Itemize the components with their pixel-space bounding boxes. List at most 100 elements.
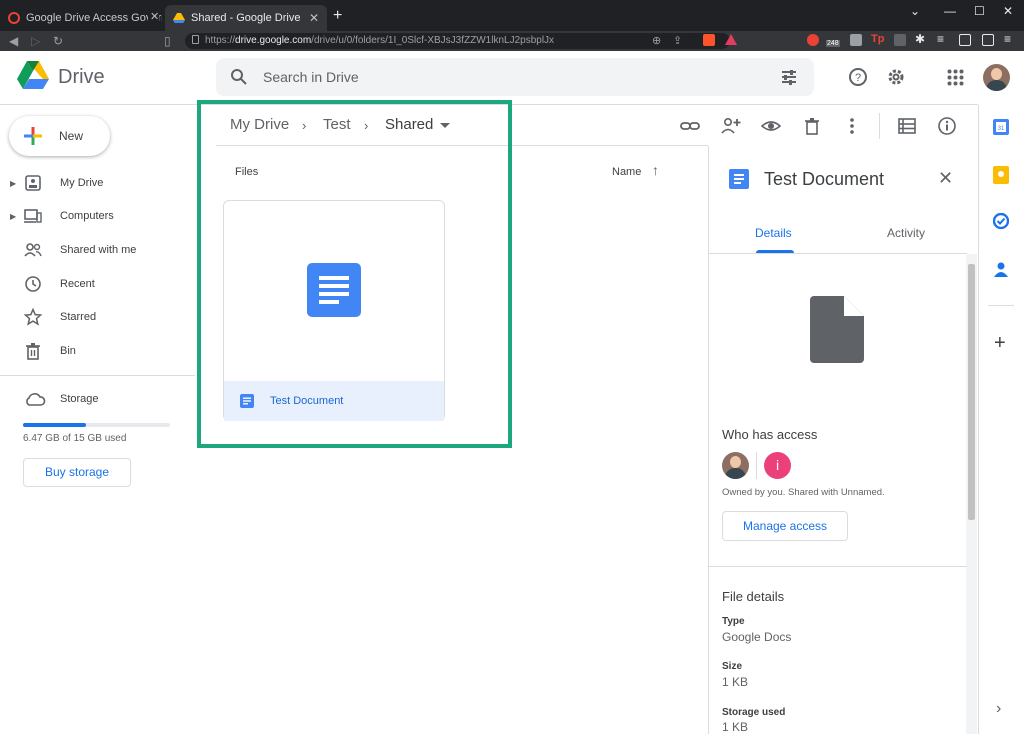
sort-arrow-up-icon[interactable]: ↑	[652, 162, 659, 178]
sidebar-item-label: Shared with me	[60, 244, 137, 256]
sidebar-item-recent[interactable]: Recent	[0, 268, 195, 300]
drive-logo-text[interactable]: Drive	[58, 66, 105, 89]
extension-icon[interactable]	[894, 34, 906, 46]
sort-by-name[interactable]: Name	[612, 166, 641, 178]
camera-icon[interactable]	[850, 34, 862, 46]
field-value: 1 KB	[722, 720, 749, 734]
svg-text:?: ?	[855, 72, 861, 84]
tab-title: Shared - Google Drive	[191, 12, 301, 24]
extension-icon[interactable]	[807, 34, 819, 46]
svg-text:31: 31	[998, 126, 1005, 132]
close-window-icon[interactable]: ✕	[1003, 4, 1013, 18]
storage-bar-fill	[23, 423, 87, 427]
sidebar-item-storage[interactable]: Storage	[0, 383, 195, 415]
link-icon[interactable]	[680, 116, 700, 136]
sidebar-item-label: Recent	[60, 278, 95, 290]
chevron-down-icon[interactable]: ⌄	[910, 4, 920, 18]
field-value: Google Docs	[722, 630, 792, 644]
playlist-icon[interactable]: ≡	[937, 32, 944, 46]
sidebar-item-shared-with-me[interactable]: Shared with me	[0, 234, 195, 266]
keep-icon[interactable]	[993, 166, 1009, 184]
expand-arrow-icon[interactable]: ▶	[10, 212, 16, 221]
list-view-icon[interactable]	[897, 116, 917, 136]
close-tab-icon[interactable]: ✕	[148, 10, 160, 23]
sidebar-item-my-drive[interactable]: ▶ My Drive	[0, 167, 195, 199]
browser-tab-active[interactable]: Shared - Google Drive ✕	[165, 5, 327, 31]
clock-icon	[25, 276, 41, 292]
tab-title: Google Drive Access Governance Dom	[26, 12, 162, 24]
info-icon[interactable]	[937, 116, 957, 136]
chevron-right-icon[interactable]: ›	[996, 700, 1001, 718]
scrollbar-thumb[interactable]	[968, 264, 975, 520]
tasks-icon[interactable]	[993, 213, 1009, 229]
owner-avatar[interactable]	[722, 452, 749, 479]
account-avatar[interactable]	[983, 64, 1010, 91]
close-panel-icon[interactable]: ✕	[938, 168, 953, 189]
details-title: Test Document	[764, 169, 885, 189]
star-icon	[24, 308, 42, 326]
storage-used-text: 6.47 GB of 15 GB used	[23, 433, 127, 444]
calendar-icon[interactable]: 31	[993, 119, 1009, 135]
section-divider	[709, 566, 967, 567]
sidebar-item-bin[interactable]: Bin	[0, 335, 195, 367]
new-button[interactable]: New	[9, 116, 110, 156]
forward-icon[interactable]: ▷	[31, 31, 40, 51]
reload-icon[interactable]: ↻	[53, 31, 63, 51]
rail-divider	[988, 305, 1014, 306]
preview-eye-icon[interactable]	[761, 116, 781, 136]
manage-access-button[interactable]: Manage access	[722, 511, 848, 541]
drive-logo-icon[interactable]	[17, 61, 49, 90]
url-path: /drive/u/0/folders/1I_0Slcf-XBJsJ3fZZW1l…	[311, 35, 555, 46]
zoom-icon[interactable]: ⊕	[652, 34, 661, 47]
sidebar-item-starred[interactable]: Starred	[0, 301, 195, 333]
bin-icon	[26, 343, 40, 360]
new-tab-button[interactable]: +	[333, 7, 342, 25]
address-bar[interactable]: https://drive.google.com/drive/u/0/folde…	[185, 33, 730, 49]
settings-gear-icon[interactable]	[886, 67, 906, 87]
sidebar-item-label: Starred	[60, 311, 97, 323]
storage-bar	[23, 423, 170, 427]
brave-rewards-icon[interactable]	[725, 34, 737, 45]
sidebar-item-computers[interactable]: ▶ Computers	[0, 200, 195, 232]
minimize-icon[interactable]: —	[944, 4, 956, 18]
apps-grid-icon[interactable]	[947, 69, 964, 86]
toolbar-separator	[879, 113, 880, 139]
highlight-box	[197, 100, 512, 448]
panel-scrollbar[interactable]	[966, 254, 977, 734]
help-icon[interactable]: ?	[848, 67, 868, 87]
field-value: 1 KB	[722, 675, 749, 689]
extension-badge: 248	[826, 40, 840, 47]
browser-tab[interactable]: Google Drive Access Governance Dom	[0, 5, 162, 31]
contacts-icon[interactable]	[993, 261, 1009, 277]
bookmark-icon[interactable]: ▯	[164, 31, 171, 51]
share-icon[interactable]: ⇪	[673, 34, 682, 47]
shared-user-avatar[interactable]: i	[764, 452, 791, 479]
sidebar-item-label: Bin	[60, 345, 76, 357]
expand-arrow-icon[interactable]: ▶	[10, 179, 16, 188]
field-label: Type	[722, 616, 745, 627]
tab-details[interactable]: Details	[755, 226, 792, 240]
buy-storage-button[interactable]: Buy storage	[23, 458, 131, 487]
maximize-icon[interactable]: ☐	[974, 4, 985, 18]
brave-shield-icon[interactable]	[703, 34, 715, 46]
wallet-icon[interactable]	[982, 34, 994, 46]
side-panel-rail	[978, 105, 1024, 734]
search-input[interactable]: Search in Drive	[263, 69, 359, 85]
computers-icon	[24, 209, 42, 223]
generic-file-icon	[810, 296, 864, 363]
tabs-divider	[709, 253, 967, 254]
add-addon-icon[interactable]: +	[994, 332, 1006, 355]
tab-activity[interactable]: Activity	[887, 226, 925, 240]
close-tab-icon[interactable]: ✕	[309, 11, 319, 25]
search-options-icon[interactable]	[780, 68, 798, 86]
menu-icon[interactable]: ≡	[1004, 32, 1011, 46]
more-vert-icon[interactable]	[842, 116, 862, 136]
sidebar-icon[interactable]	[959, 34, 971, 46]
lock-icon	[192, 35, 199, 44]
back-icon[interactable]: ◀	[9, 31, 18, 51]
search-icon[interactable]	[230, 68, 248, 86]
puzzle-icon[interactable]: ✱	[915, 32, 925, 46]
tp-extension-icon[interactable]: Tp	[871, 33, 884, 45]
delete-icon[interactable]	[802, 116, 822, 136]
add-person-icon[interactable]	[721, 116, 741, 136]
